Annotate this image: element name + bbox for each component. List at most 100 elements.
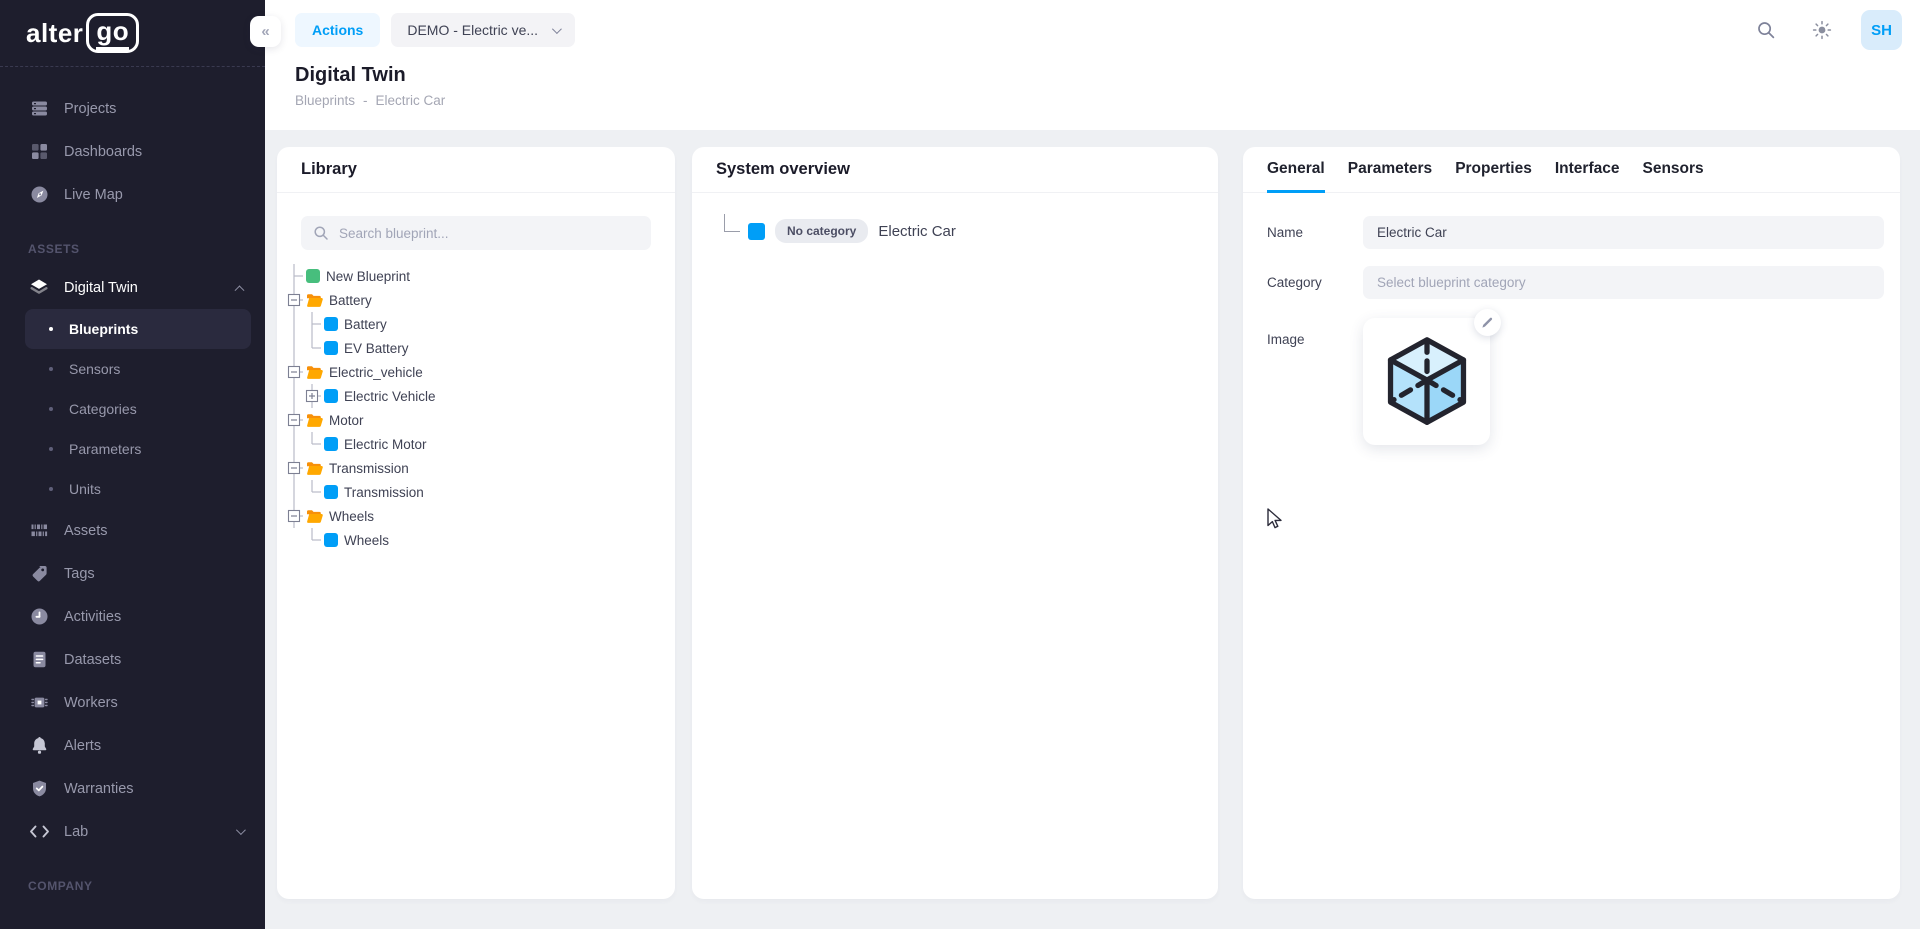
edit-image-button[interactable] [1474, 309, 1501, 336]
sidebar-item-sensors[interactable]: Sensors [25, 349, 251, 389]
sidebar-item-categories[interactable]: Categories [25, 389, 251, 429]
stack-icon [28, 99, 50, 119]
page-title: Digital Twin [295, 64, 1920, 87]
sidebar-item-lab[interactable]: Lab [0, 810, 265, 853]
tab-parameters[interactable]: Parameters [1348, 147, 1432, 193]
app-root: alter go Projects Dashboards Live Map ASSET… [0, 0, 1920, 929]
blueprint-search [301, 216, 651, 250]
sidebar-item-label: Activities [64, 609, 121, 625]
tree-node-label: Electric_vehicle [329, 365, 423, 380]
tab-interface[interactable]: Interface [1555, 147, 1620, 193]
sidebar-item-units[interactable]: Units [25, 469, 251, 509]
tree-row[interactable]: Battery [285, 288, 675, 312]
cube-image [1379, 334, 1475, 430]
sidebar-item-assets[interactable]: Assets [0, 509, 265, 552]
sidebar-item-projects[interactable]: Projects [0, 87, 265, 130]
system-overview-panel: System overview No category Electric Car [692, 147, 1218, 899]
sidebar-item-activities[interactable]: Activities [0, 595, 265, 638]
scope-selector-label: DEMO - Electric ve... [407, 22, 538, 38]
actions-button[interactable]: Actions [295, 13, 380, 47]
sidebar-item-alerts[interactable]: Alerts [0, 724, 265, 767]
sidebar-subitem-label: Sensors [69, 361, 120, 377]
tree-node-label: Wheels [329, 509, 374, 524]
name-field[interactable] [1363, 216, 1884, 249]
sidebar-section-assets: ASSETS [0, 232, 265, 266]
blueprint-square-blue [324, 533, 338, 547]
sidebar-item-label: Dashboards [64, 144, 142, 160]
shield-check-icon [28, 779, 50, 799]
sidebar-item-parameters[interactable]: Parameters [25, 429, 251, 469]
avatar[interactable]: SH [1861, 10, 1902, 50]
sidebar-item-label: Assets [64, 523, 108, 539]
sidebar-collapse-button[interactable]: « [250, 16, 281, 47]
tree-row[interactable]: New Blueprint [285, 264, 675, 288]
folder-icon [306, 365, 323, 380]
tab-general[interactable]: General [1267, 147, 1325, 193]
clock-icon [28, 607, 50, 627]
tab-properties[interactable]: Properties [1455, 147, 1532, 193]
sidebar-item-label: Digital Twin [64, 280, 138, 296]
sidebar-subitem-label: Units [69, 481, 101, 497]
tree-node-label: Wheels [344, 533, 389, 548]
tree-row[interactable]: Battery [285, 312, 675, 336]
tree-node-label: Motor [329, 413, 364, 428]
topbar: Actions DEMO - Electric ve... SH [265, 0, 1920, 60]
tree-row[interactable]: Electric_vehicle [285, 360, 675, 384]
tree-row[interactable]: Electric Motor [285, 432, 675, 456]
breadcrumb: Blueprints - Electric Car [295, 93, 1920, 108]
general-form: Name Category Image [1243, 193, 1900, 445]
node-label: Electric Car [878, 223, 956, 240]
tree-node-label: Battery [344, 317, 387, 332]
tab-sensors[interactable]: Sensors [1642, 147, 1703, 193]
library-panel-header: Library [277, 147, 675, 193]
app-logo[interactable]: alter go [26, 13, 139, 53]
folder-icon [306, 293, 323, 308]
search-input[interactable] [301, 216, 651, 250]
tree-row[interactable]: Wheels [285, 504, 675, 528]
sidebar-nav: Projects Dashboards Live Map ASSETS Digital … [0, 67, 265, 903]
blueprint-image-card[interactable] [1363, 318, 1490, 445]
sidebar-item-workers[interactable]: Workers [0, 681, 265, 724]
logo-row: alter go [0, 0, 265, 67]
chevron-up-icon [235, 285, 245, 295]
sidebar-item-dashboards[interactable]: Dashboards [0, 130, 265, 173]
header: Actions DEMO - Electric ve... SH Digital [265, 0, 1920, 130]
sidebar-item-label: Tags [64, 566, 95, 582]
category-row: Category [1267, 266, 1884, 299]
search-button[interactable] [1749, 13, 1783, 47]
blueprint-square-blue [324, 317, 338, 331]
folder-icon [306, 509, 323, 524]
content: Library New Blueprint Battery Battery EV Ba… [265, 130, 1920, 929]
sidebar-item-label: Projects [64, 101, 116, 117]
sidebar-item-tags[interactable]: Tags [0, 552, 265, 595]
tree-row[interactable]: Electric Vehicle [285, 384, 675, 408]
image-label: Image [1267, 316, 1363, 445]
image-row: Image [1267, 316, 1884, 445]
sidebar-item-datasets[interactable]: Datasets [0, 638, 265, 681]
logo-boxed-text: go [96, 16, 129, 50]
tree-row[interactable]: Transmission [285, 480, 675, 504]
breadcrumb-item[interactable]: Blueprints [295, 93, 355, 108]
main-column: Actions DEMO - Electric ve... SH Digital [265, 0, 1920, 929]
scope-selector[interactable]: DEMO - Electric ve... [391, 13, 575, 47]
category-select[interactable] [1363, 266, 1884, 299]
sidebar-item-live-map[interactable]: Live Map [0, 173, 265, 216]
sidebar-item-blueprints[interactable]: Blueprints [25, 309, 251, 349]
theme-toggle-button[interactable] [1805, 13, 1839, 47]
tree-row[interactable]: Transmission [285, 456, 675, 480]
sidebar-item-label: Lab [64, 824, 88, 840]
tree-row[interactable]: Motor [285, 408, 675, 432]
system-tree-node[interactable]: No category Electric Car [724, 219, 1218, 243]
sun-icon [1812, 20, 1832, 40]
topbar-right: SH [1749, 10, 1902, 50]
category-badge: No category [775, 219, 868, 243]
tree-row[interactable]: Wheels [285, 528, 675, 552]
sidebar-item-label: Warranties [64, 781, 134, 797]
sidebar-item-label: Datasets [64, 652, 121, 668]
tree-node-label: Battery [329, 293, 372, 308]
sidebar-item-warranties[interactable]: Warranties [0, 767, 265, 810]
document-icon [28, 650, 50, 670]
tree-row[interactable]: EV Battery [285, 336, 675, 360]
sidebar-item-digital-twin[interactable]: Digital Twin [0, 266, 265, 309]
breadcrumb-item: Electric Car [376, 93, 446, 108]
